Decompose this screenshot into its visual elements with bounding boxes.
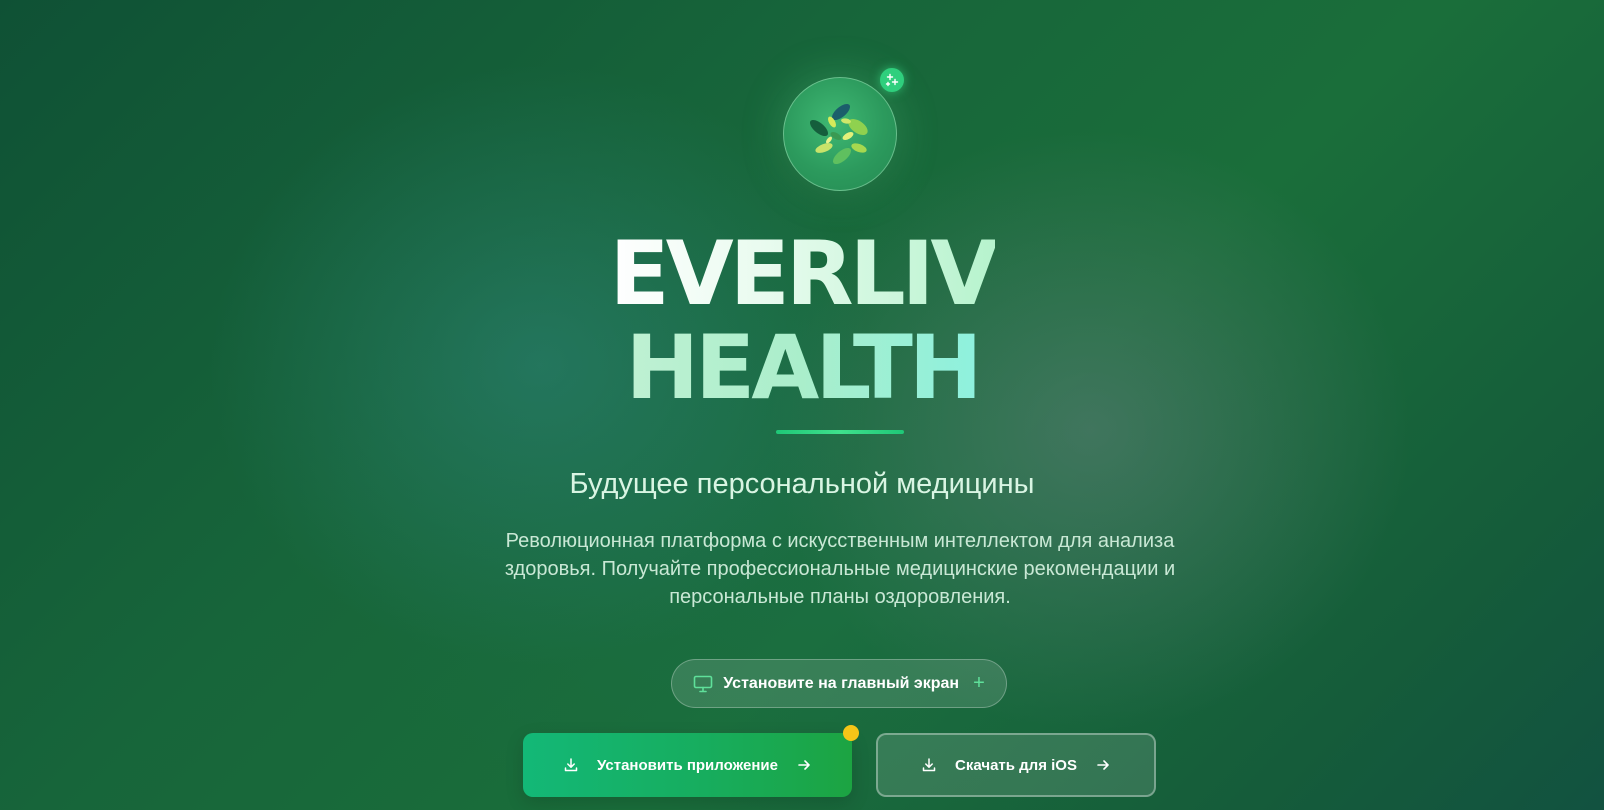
arrow-right-icon bbox=[796, 757, 812, 773]
download-icon bbox=[563, 757, 579, 773]
notification-dot bbox=[843, 725, 859, 741]
download-ios-label: Скачать для iOS bbox=[955, 756, 1077, 774]
hero-subtitle: Будущее персональной медицины bbox=[569, 468, 1035, 500]
app-title-line2: HEALTH bbox=[625, 316, 982, 419]
app-logo bbox=[783, 68, 904, 191]
install-app-label: Установить приложение bbox=[597, 756, 778, 774]
sparkle-icon bbox=[880, 68, 904, 92]
arrow-right-icon bbox=[1095, 757, 1111, 773]
add-to-home-screen-label: Установите на главный экран bbox=[723, 674, 960, 692]
plus-icon: + bbox=[973, 672, 985, 694]
leaves-icon bbox=[783, 77, 897, 191]
monitor-icon bbox=[693, 675, 713, 693]
install-app-button[interactable]: Установить приложение bbox=[523, 733, 852, 797]
title-divider bbox=[776, 430, 904, 434]
app-title-line1: EVERLIV bbox=[609, 222, 998, 325]
download-icon bbox=[921, 757, 937, 773]
hero-description: Революционная платформа с искусственным … bbox=[504, 530, 1176, 608]
download-ios-button[interactable]: Скачать для iOS bbox=[876, 733, 1156, 797]
add-to-home-screen-button[interactable]: Установите на главный экран + bbox=[671, 659, 1007, 708]
